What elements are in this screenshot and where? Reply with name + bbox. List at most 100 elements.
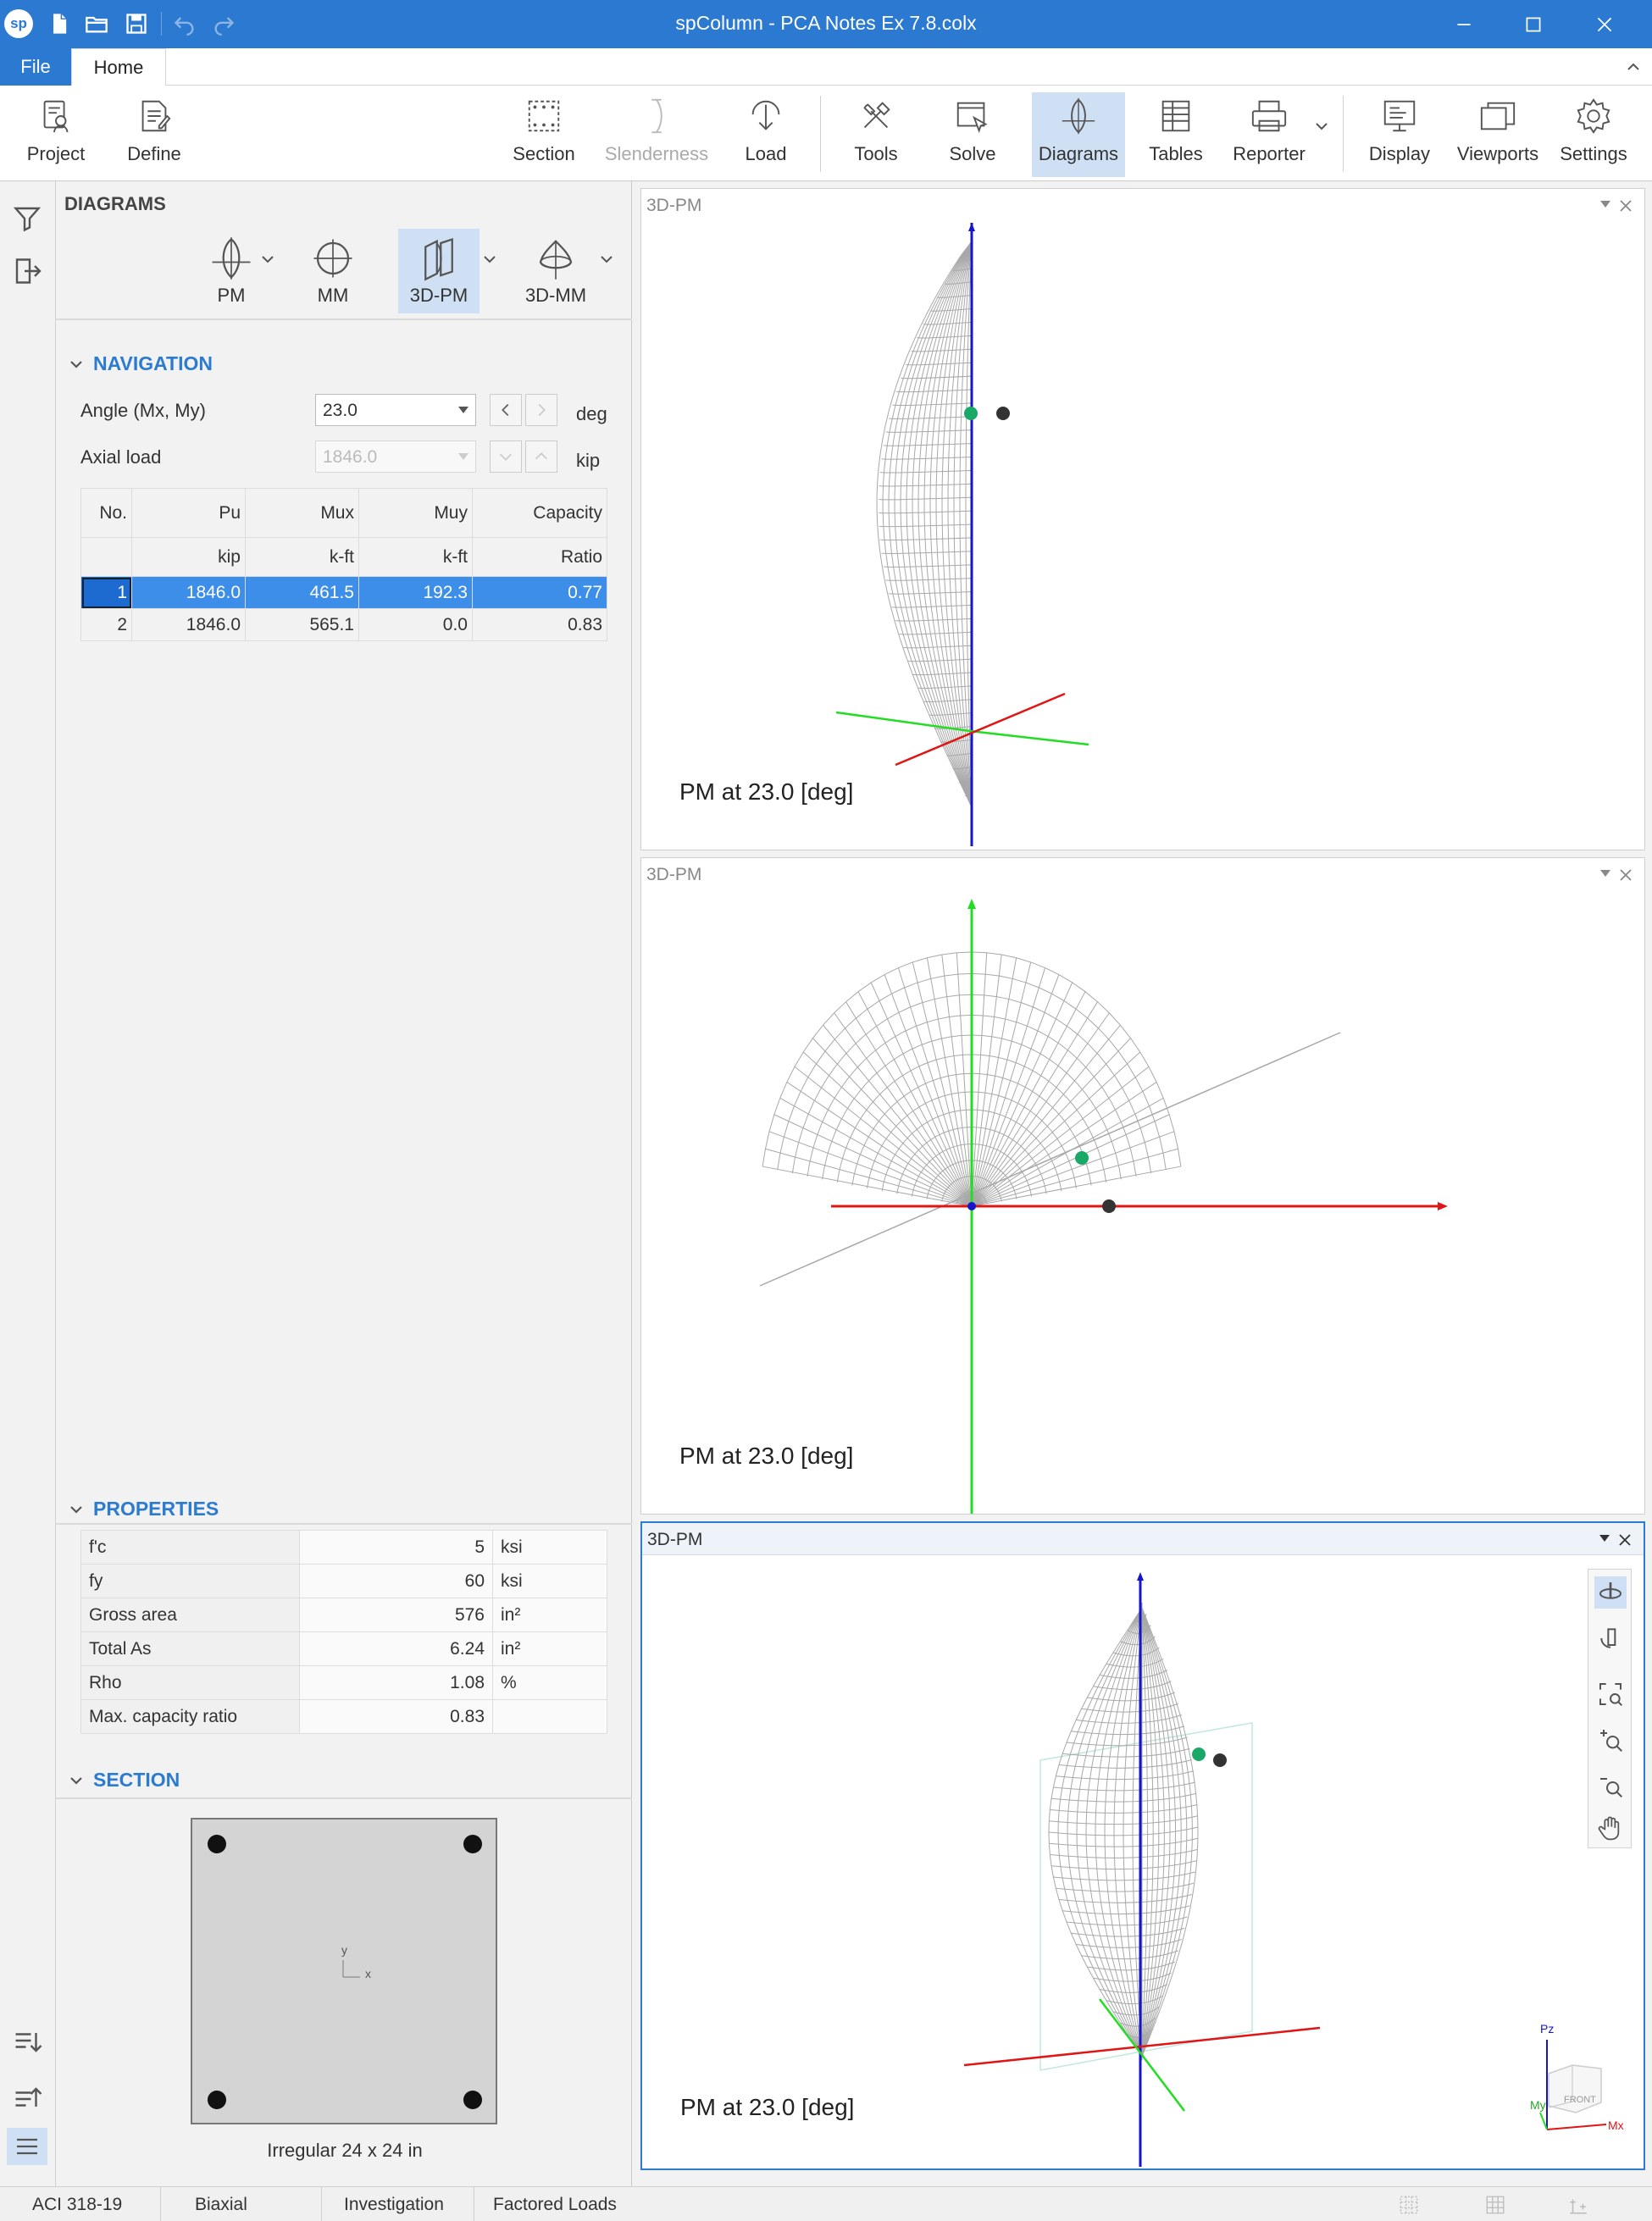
collapse-all-icon[interactable]: [12, 2081, 42, 2112]
define-label: Define: [127, 143, 181, 164]
3d-pm-label: 3D-PM: [409, 285, 468, 306]
angle-prev-button[interactable]: [490, 394, 522, 426]
axis-pz-arrow: [968, 223, 975, 231]
tab-file[interactable]: File: [0, 48, 71, 86]
section-section-toggle[interactable]: SECTION: [68, 1769, 180, 1792]
collapse-ribbon-icon[interactable]: [1623, 57, 1644, 77]
panel-toggle-button[interactable]: [7, 2128, 47, 2165]
col-header-muy[interactable]: Muy: [358, 488, 473, 538]
orbit-tool-icon[interactable]: [1594, 1576, 1627, 1609]
cell-pu[interactable]: 1846.0: [131, 576, 246, 609]
col-header-capacity[interactable]: Capacity: [472, 488, 607, 538]
solve-button[interactable]: Solve: [935, 92, 1010, 177]
table-row[interactable]: 2 1846.0 565.1 0.0 0.83: [80, 608, 607, 641]
left-side-strip: [0, 181, 56, 2186]
col-header-pu[interactable]: Pu: [131, 488, 246, 538]
close-icon[interactable]: [1617, 867, 1634, 883]
cell-muy[interactable]: 192.3: [358, 576, 473, 609]
diagram-pm-button[interactable]: PM: [193, 229, 269, 313]
diagram-3d-mm-button[interactable]: 3D-MM: [513, 229, 598, 313]
angle-combobox[interactable]: 23.0: [315, 394, 476, 426]
grid-toggle-icon[interactable]: [1398, 2194, 1420, 2216]
section-button[interactable]: Section: [505, 92, 583, 177]
3d-mm-dropdown-icon[interactable]: [598, 251, 615, 268]
pm-label: PM: [217, 285, 246, 306]
zoom-out-icon[interactable]: [1594, 1770, 1627, 1802]
viewcube-mx-label: Mx: [1608, 2119, 1624, 2132]
cell-muy[interactable]: 0.0: [358, 608, 473, 641]
diagrams-button[interactable]: Diagrams: [1032, 92, 1125, 177]
zoom-in-icon[interactable]: [1594, 1724, 1627, 1756]
cell-capacity[interactable]: 0.77: [472, 576, 607, 609]
viewports-button[interactable]: Viewports: [1452, 92, 1544, 177]
chevron-left-icon: [502, 403, 509, 417]
slenderness-button[interactable]: Slenderness: [600, 92, 713, 177]
col-header-no[interactable]: No.: [80, 488, 132, 538]
properties-section-toggle[interactable]: PROPERTIES: [68, 1498, 219, 1520]
display-button[interactable]: Display: [1359, 92, 1440, 177]
viewport-2[interactable]: 3D-PM PM at 23.0 [deg]: [640, 857, 1645, 1515]
axial-down-button[interactable]: [490, 440, 522, 473]
capacity-point[interactable]: [1192, 1747, 1206, 1761]
filter-icon[interactable]: [12, 203, 42, 234]
3d-pm-dropdown-icon[interactable]: [481, 251, 498, 268]
diagram-mm-button[interactable]: MM: [298, 229, 368, 313]
capacity-point[interactable]: [1075, 1151, 1089, 1165]
property-row: Gross area 576 in²: [80, 1598, 607, 1632]
load-point[interactable]: [1102, 1199, 1116, 1213]
cell-no[interactable]: 1: [80, 576, 132, 609]
viewport-menu-icon[interactable]: [1599, 1535, 1610, 1542]
navigation-header: NAVIGATION: [93, 352, 213, 374]
diagram-3d-pm-button[interactable]: 3D-PM: [398, 229, 480, 313]
property-unit: %: [492, 1665, 607, 1700]
tab-home[interactable]: Home: [71, 48, 166, 86]
tools-label: Tools: [854, 143, 898, 164]
viewport-menu-icon[interactable]: [1600, 870, 1610, 877]
pm-dropdown-icon[interactable]: [259, 251, 276, 268]
menu-lines-icon: [17, 2138, 37, 2155]
angle-next-button[interactable]: [525, 394, 557, 426]
maximize-icon[interactable]: [1498, 0, 1569, 48]
export-icon[interactable]: [12, 256, 42, 286]
table-row[interactable]: 1 1846.0 461.5 192.3 0.77: [80, 576, 607, 609]
reporter-dropdown-icon[interactable]: [1313, 118, 1330, 135]
grid-icon[interactable]: [1484, 2194, 1506, 2216]
navigation-section-toggle[interactable]: NAVIGATION: [68, 352, 213, 375]
axial-up-button[interactable]: [525, 440, 557, 473]
reporter-button[interactable]: Reporter: [1227, 92, 1311, 177]
close-window-icon[interactable]: [1569, 0, 1640, 48]
cell-pu[interactable]: 1846.0: [131, 608, 246, 641]
viewport-title: 3D-PM: [647, 1530, 703, 1549]
capacity-point[interactable]: [964, 407, 978, 420]
col-header-mux[interactable]: Mux: [245, 488, 359, 538]
cell-mux[interactable]: 461.5: [245, 576, 359, 609]
zoom-extents-icon[interactable]: [1594, 1678, 1627, 1710]
minimize-icon[interactable]: [1428, 0, 1500, 48]
pan-hand-icon[interactable]: [1594, 1812, 1627, 1844]
property-value: 0.83: [299, 1699, 493, 1734]
tables-button[interactable]: Tables: [1137, 92, 1215, 177]
settings-button[interactable]: Settings: [1555, 92, 1632, 177]
load-button[interactable]: Load: [729, 92, 803, 177]
rotate-tool-icon[interactable]: [1594, 1622, 1627, 1654]
viewport-1[interactable]: 3D-PM PM at 23.0 [deg]: [640, 188, 1645, 850]
tools-button[interactable]: Tools: [839, 92, 913, 177]
axial-load-combobox[interactable]: 1846.0: [315, 440, 476, 473]
project-button[interactable]: Project: [12, 92, 100, 177]
cell-no[interactable]: 2: [80, 608, 132, 641]
close-icon[interactable]: [1617, 197, 1634, 214]
load-point[interactable]: [996, 407, 1010, 420]
viewcube[interactable]: [1539, 2040, 1607, 2130]
cell-capacity[interactable]: 0.83: [472, 608, 607, 641]
viewport-menu-icon[interactable]: [1600, 201, 1610, 208]
snap-icon[interactable]: [1567, 2194, 1589, 2216]
define-button[interactable]: Define: [110, 92, 198, 177]
angle-label: Angle (Mx, My): [80, 400, 206, 421]
load-point[interactable]: [1213, 1753, 1227, 1767]
cell-mux[interactable]: 565.1: [245, 608, 359, 641]
close-icon[interactable]: [1616, 1531, 1633, 1548]
chevron-down-icon: [70, 1505, 82, 1514]
viewport-3[interactable]: FRONT Pz Mx My 3D-PM PM at 23.0 [deg]: [640, 1521, 1645, 2170]
3d-pm-diagram-icon: [424, 237, 453, 281]
expand-all-icon[interactable]: [12, 2028, 42, 2058]
